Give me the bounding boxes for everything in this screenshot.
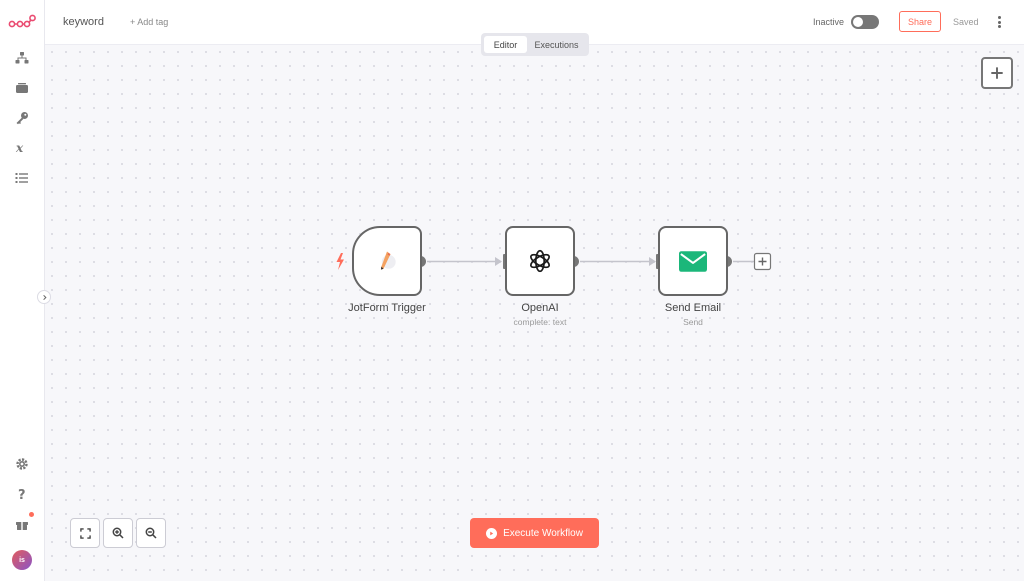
- node-label: JotForm Trigger: [348, 302, 426, 314]
- execute-workflow-label: Execute Workflow: [503, 527, 583, 539]
- chevron-right-icon: [42, 294, 47, 300]
- node-openai[interactable]: [505, 226, 575, 296]
- collapse-sidebar-button[interactable]: [37, 290, 51, 304]
- node-subtitle: Send: [683, 317, 703, 327]
- openai-icon: [530, 249, 550, 273]
- tab-executions[interactable]: Executions: [527, 36, 586, 53]
- trigger-bolt-icon: [336, 253, 344, 270]
- zoom-to-fit-button[interactable]: [70, 518, 100, 548]
- view-tabs: Editor Executions: [481, 33, 589, 56]
- zoom-in-icon: [112, 527, 124, 539]
- node-label: Send Email: [664, 302, 722, 314]
- node-send-email[interactable]: [658, 226, 728, 296]
- execute-workflow-button[interactable]: Execute Workflow: [470, 518, 599, 548]
- play-icon: [486, 527, 498, 539]
- tab-editor[interactable]: Editor: [484, 36, 527, 53]
- zoom-out-icon: [145, 527, 157, 539]
- jotform-icon: [380, 251, 396, 270]
- zoom-out-button[interactable]: [136, 518, 166, 548]
- fit-view-icon: [79, 527, 91, 539]
- node-label: OpenAI: [521, 302, 559, 314]
- email-icon: [679, 250, 707, 272]
- zoom-in-button[interactable]: [103, 518, 133, 548]
- node-jotform-trigger[interactable]: [352, 226, 422, 296]
- node-subtitle: complete: text: [513, 317, 567, 327]
